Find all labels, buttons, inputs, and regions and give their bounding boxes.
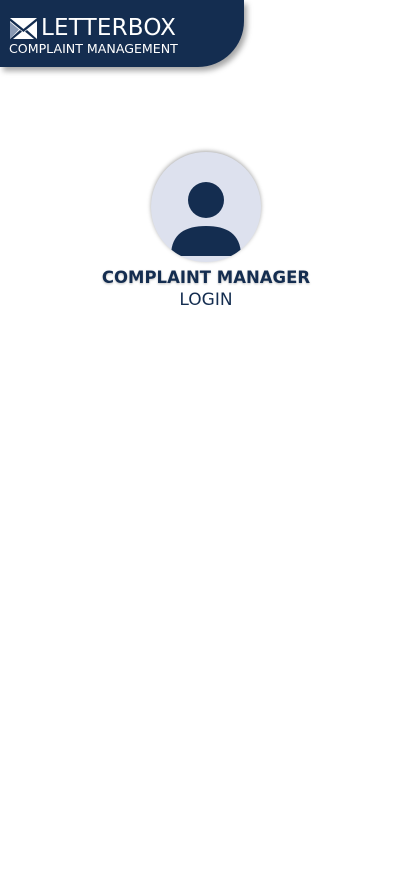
brand-header: LETTERBOX COMPLAINT MANAGEMENT [0, 0, 244, 67]
user-icon [171, 182, 241, 256]
role-title: COMPLAINT MANAGER [101, 268, 311, 287]
login-label[interactable]: LOGIN [0, 289, 412, 311]
brand-tagline: COMPLAINT MANAGEMENT [9, 41, 178, 56]
envelope-icon [10, 18, 37, 39]
brand-name: LETTERBOX [41, 15, 177, 41]
login-page: LETTERBOX COMPLAINT MANAGEMENT COMPLAINT… [0, 0, 412, 870]
avatar[interactable] [151, 152, 261, 262]
